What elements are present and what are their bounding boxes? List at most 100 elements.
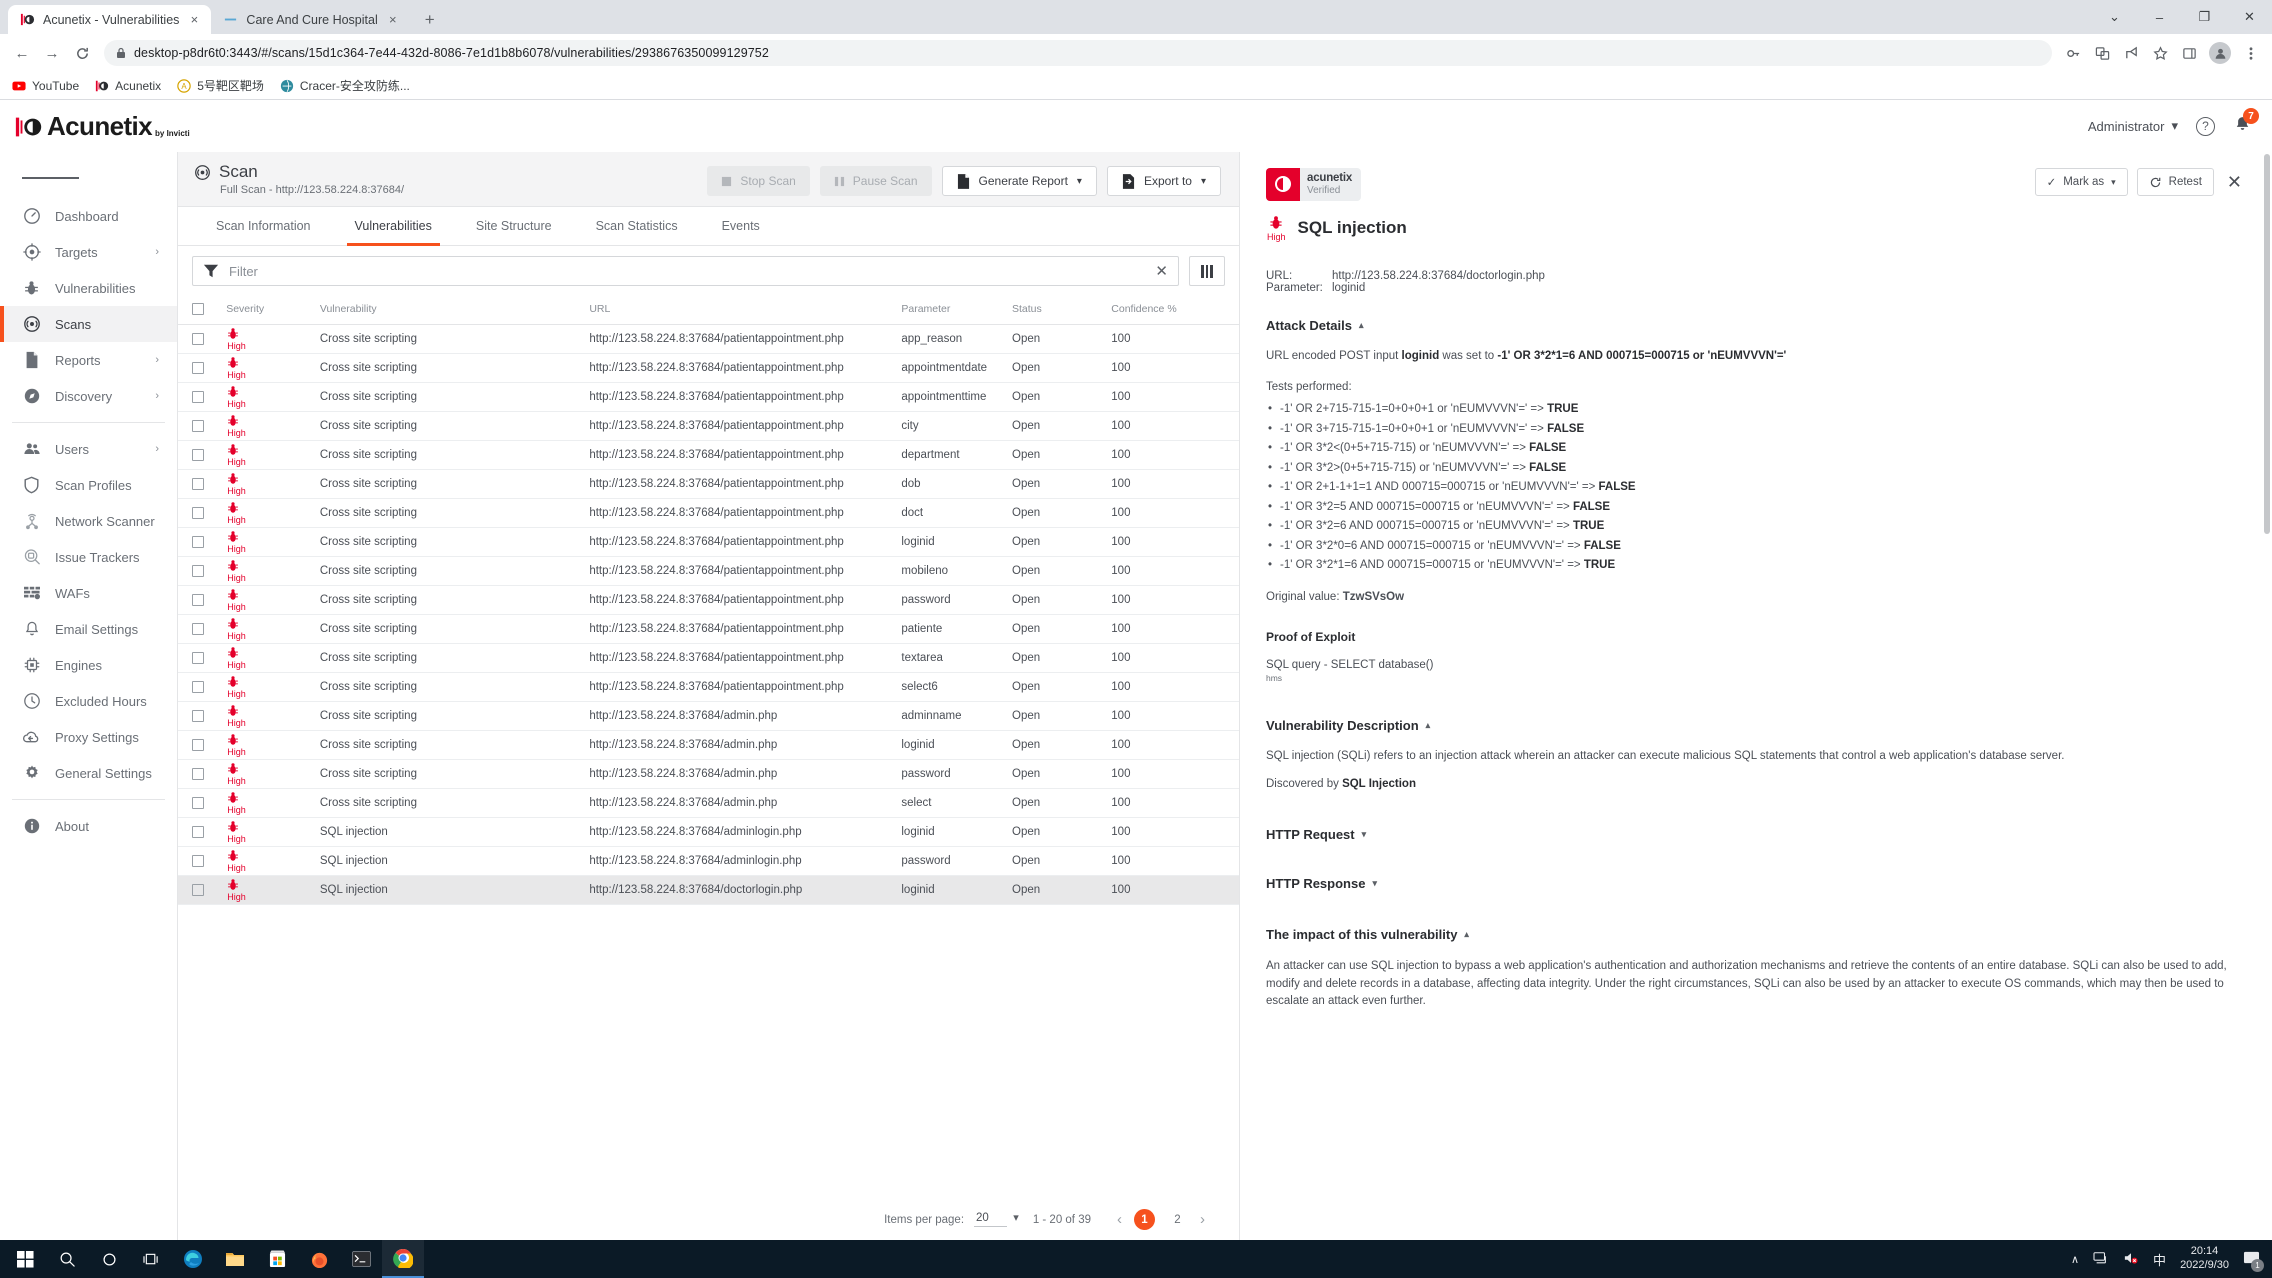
bookmark-star-icon[interactable] bbox=[2147, 40, 2173, 66]
row-checkbox[interactable] bbox=[192, 710, 204, 722]
windows-start-icon[interactable] bbox=[4, 1240, 46, 1278]
row-checkbox[interactable] bbox=[192, 420, 204, 432]
stop-scan-button[interactable]: Stop Scan bbox=[707, 166, 810, 196]
row-checkbox[interactable] bbox=[192, 797, 204, 809]
tab-site-structure[interactable]: Site Structure bbox=[454, 207, 574, 245]
bookmark-acunetix[interactable]: Acunetix bbox=[95, 79, 161, 93]
browser-tab-hospital[interactable]: Care And Cure Hospital × bbox=[211, 5, 410, 34]
sidebar-item-excluded-hours[interactable]: Excluded Hours bbox=[0, 683, 177, 719]
table-row[interactable]: High Cross site scripting http://123.58.22… bbox=[178, 614, 1239, 644]
table-row[interactable]: High Cross site scripting http://123.58.22… bbox=[178, 759, 1239, 789]
table-row[interactable]: High SQL injection http://123.58.224.8:376… bbox=[178, 875, 1239, 905]
sidebar-item-scans[interactable]: Scans bbox=[0, 306, 177, 342]
sidebar-item-scan-profiles[interactable]: Scan Profiles bbox=[0, 467, 177, 503]
table-row[interactable]: High SQL injection http://123.58.224.8:376… bbox=[178, 817, 1239, 847]
page-2-button[interactable]: 2 bbox=[1167, 1209, 1188, 1230]
column-header-parameter[interactable]: Parameter bbox=[901, 294, 1012, 325]
search-icon[interactable] bbox=[46, 1240, 88, 1278]
notifications-button[interactable]: 7 bbox=[2233, 108, 2259, 137]
row-checkbox[interactable] bbox=[192, 507, 204, 519]
translate-icon[interactable] bbox=[2089, 40, 2115, 66]
sidebar-item-proxy-settings[interactable]: Proxy Settings bbox=[0, 719, 177, 755]
sidebar-toggle-icon[interactable] bbox=[0, 158, 177, 198]
new-tab-button[interactable]: + bbox=[416, 6, 444, 34]
table-row[interactable]: High Cross site scripting http://123.58.22… bbox=[178, 469, 1239, 499]
kebab-menu-icon[interactable] bbox=[2238, 40, 2264, 66]
table-row[interactable]: High Cross site scripting http://123.58.22… bbox=[178, 585, 1239, 615]
generate-report-button[interactable]: Generate Report ▾ bbox=[941, 166, 1097, 196]
side-panel-icon[interactable] bbox=[2176, 40, 2202, 66]
bookmark-target-range[interactable]: A 5号靶区靶场 bbox=[177, 77, 264, 94]
sidebar-item-wafs[interactable]: WAFs bbox=[0, 575, 177, 611]
column-header-vulnerability[interactable]: Vulnerability bbox=[319, 294, 590, 325]
tab-close-icon[interactable]: × bbox=[386, 12, 400, 27]
terminal-icon[interactable] bbox=[340, 1240, 382, 1278]
row-checkbox[interactable] bbox=[192, 855, 204, 867]
cortana-icon[interactable] bbox=[88, 1240, 130, 1278]
row-checkbox[interactable] bbox=[192, 449, 204, 461]
tab-events[interactable]: Events bbox=[700, 207, 782, 245]
close-window-button[interactable]: ✕ bbox=[2227, 0, 2272, 34]
close-icon[interactable]: ✕ bbox=[2223, 172, 2246, 193]
row-checkbox[interactable] bbox=[192, 739, 204, 751]
http-response-heading[interactable]: HTTP Response ▾ bbox=[1266, 876, 2246, 891]
sidebar-item-general-settings[interactable]: General Settings bbox=[0, 755, 177, 791]
edge-icon[interactable] bbox=[172, 1240, 214, 1278]
table-row[interactable]: High Cross site scripting http://123.58.22… bbox=[178, 556, 1239, 586]
sidebar-item-about[interactable]: About bbox=[0, 808, 177, 844]
items-per-page-select[interactable]: 20 bbox=[974, 1211, 1019, 1227]
select-all-checkbox[interactable] bbox=[192, 303, 204, 315]
pause-scan-button[interactable]: Pause Scan bbox=[819, 166, 932, 196]
action-center-button[interactable]: 1 bbox=[2243, 1250, 2264, 1272]
file-explorer-icon[interactable] bbox=[214, 1240, 256, 1278]
tab-scan-statistics[interactable]: Scan Statistics bbox=[574, 207, 700, 245]
sidebar-item-network-scanner[interactable]: Network Scanner bbox=[0, 503, 177, 539]
tab-vulnerabilities[interactable]: Vulnerabilities bbox=[333, 207, 454, 246]
table-row[interactable]: High Cross site scripting http://123.58.22… bbox=[178, 440, 1239, 470]
detail-scrollbar-thumb[interactable] bbox=[2264, 154, 2270, 534]
profile-avatar-icon[interactable] bbox=[2209, 42, 2231, 64]
vulnerability-description-heading[interactable]: Vulnerability Description ▴ bbox=[1266, 718, 2246, 733]
table-row[interactable]: High Cross site scripting http://123.58.22… bbox=[178, 324, 1239, 354]
table-row[interactable]: High Cross site scripting http://123.58.22… bbox=[178, 788, 1239, 818]
row-checkbox[interactable] bbox=[192, 536, 204, 548]
sidebar-item-engines[interactable]: Engines bbox=[0, 647, 177, 683]
chrome-icon[interactable] bbox=[382, 1240, 424, 1278]
column-header-confidence[interactable]: Confidence % bbox=[1111, 294, 1239, 325]
network-icon[interactable] bbox=[2093, 1251, 2109, 1268]
minimize-button[interactable]: – bbox=[2137, 0, 2182, 34]
firefox-icon[interactable] bbox=[298, 1240, 340, 1278]
attack-details-heading[interactable]: Attack Details ▴ bbox=[1266, 318, 2246, 333]
http-request-heading[interactable]: HTTP Request ▾ bbox=[1266, 827, 2246, 842]
row-checkbox[interactable] bbox=[192, 391, 204, 403]
column-header-url[interactable]: URL bbox=[589, 294, 902, 325]
column-header-severity[interactable]: Severity bbox=[226, 294, 320, 325]
row-checkbox[interactable] bbox=[192, 623, 204, 635]
row-checkbox[interactable] bbox=[192, 826, 204, 838]
share-icon[interactable] bbox=[2118, 40, 2144, 66]
back-icon[interactable]: ← bbox=[8, 39, 36, 67]
tray-expand-icon[interactable]: ∧ bbox=[2071, 1253, 2079, 1266]
sidebar-item-dashboard[interactable]: Dashboard bbox=[0, 198, 177, 234]
row-checkbox[interactable] bbox=[192, 884, 204, 896]
help-icon[interactable]: ? bbox=[2196, 116, 2215, 136]
sidebar-item-discovery[interactable]: Discovery › bbox=[0, 378, 177, 414]
bookmark-cracer[interactable]: Cracer-安全攻防练... bbox=[280, 77, 410, 94]
tab-scan-information[interactable]: Scan Information bbox=[194, 207, 333, 245]
column-header-status[interactable]: Status bbox=[1012, 294, 1112, 325]
table-row[interactable]: High SQL injection http://123.58.224.8:376… bbox=[178, 846, 1239, 876]
mark-as-button[interactable]: ✓ Mark as ▾ bbox=[2034, 168, 2128, 196]
ime-indicator[interactable]: 中 bbox=[2153, 1250, 2166, 1269]
table-row[interactable]: High Cross site scripting http://123.58.22… bbox=[178, 411, 1239, 441]
table-row[interactable]: High Cross site scripting http://123.58.22… bbox=[178, 353, 1239, 383]
sidebar-item-email-settings[interactable]: Email Settings bbox=[0, 611, 177, 647]
microsoft-store-icon[interactable] bbox=[256, 1240, 298, 1278]
retest-button[interactable]: Retest bbox=[2136, 168, 2214, 196]
table-row[interactable]: High Cross site scripting http://123.58.22… bbox=[178, 643, 1239, 673]
next-page-button[interactable]: › bbox=[1200, 1211, 1205, 1228]
columns-icon[interactable] bbox=[1189, 256, 1225, 286]
key-icon[interactable] bbox=[2060, 40, 2086, 66]
row-checkbox[interactable] bbox=[192, 478, 204, 490]
table-row[interactable]: High Cross site scripting http://123.58.22… bbox=[178, 382, 1239, 412]
task-view-icon[interactable] bbox=[130, 1240, 172, 1278]
